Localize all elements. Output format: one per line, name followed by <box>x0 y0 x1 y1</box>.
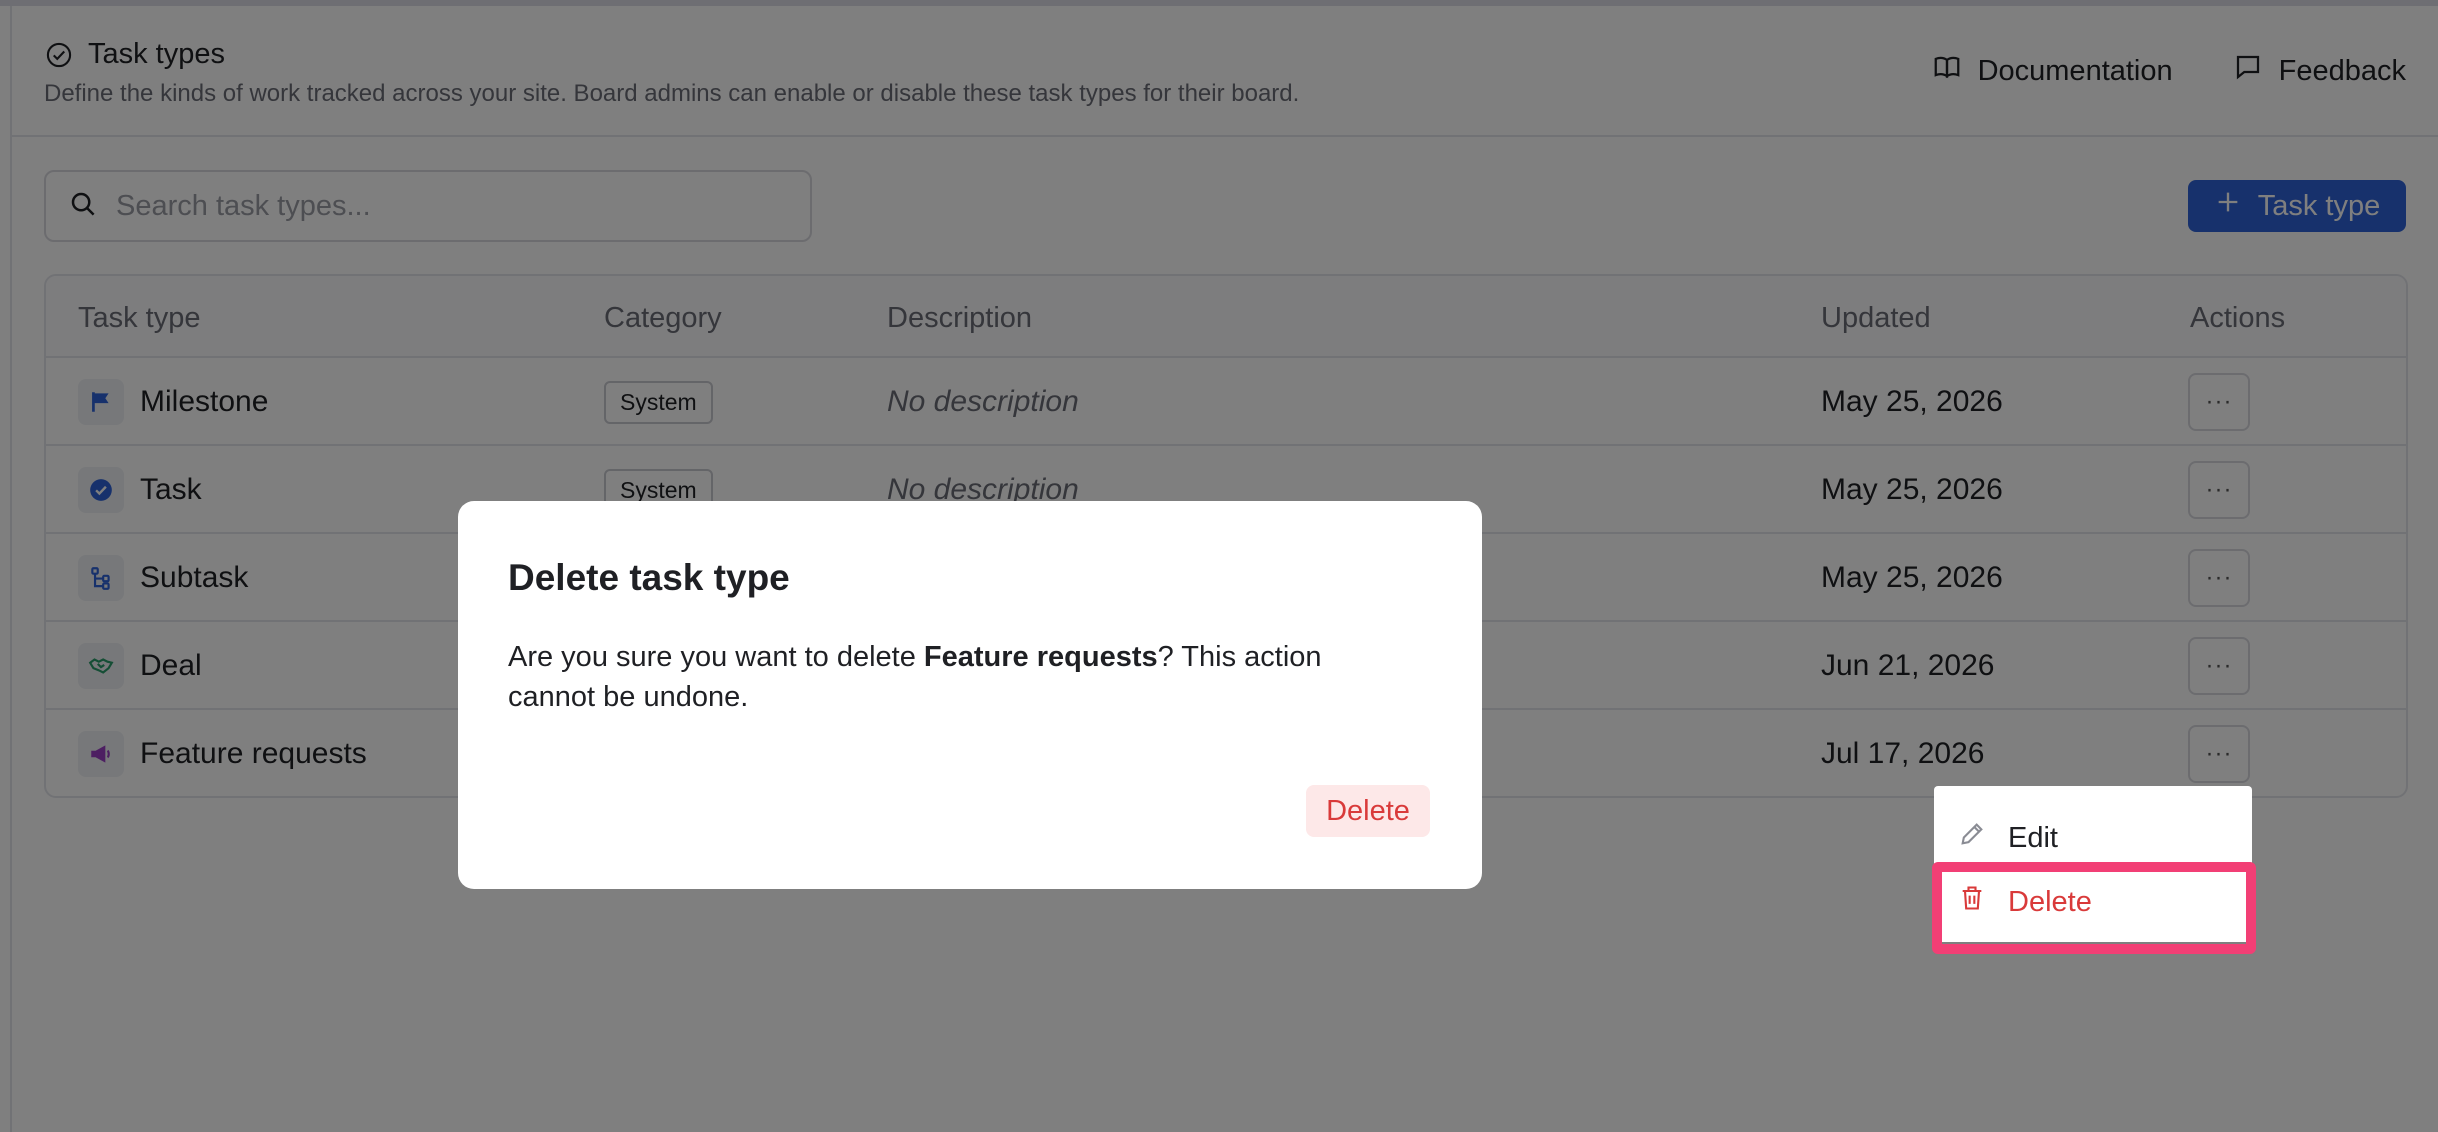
delete-dialog: Delete task type Are you sure you want t… <box>458 501 1482 889</box>
delete-highlight-box <box>1932 862 2256 954</box>
dialog-message-prefix: Are you sure you want to delete <box>508 641 924 673</box>
confirm-delete-button[interactable]: Delete <box>1306 785 1430 837</box>
dialog-message-item: Feature requests <box>923 641 1158 673</box>
pencil-icon <box>1958 820 1986 856</box>
menu-item-edit[interactable]: Edit <box>1934 806 2252 870</box>
menu-item-edit-label: Edit <box>2008 821 2058 854</box>
dialog-title: Delete task type <box>508 557 790 598</box>
dialog-message: Are you sure you want to delete Feature … <box>508 637 1368 717</box>
